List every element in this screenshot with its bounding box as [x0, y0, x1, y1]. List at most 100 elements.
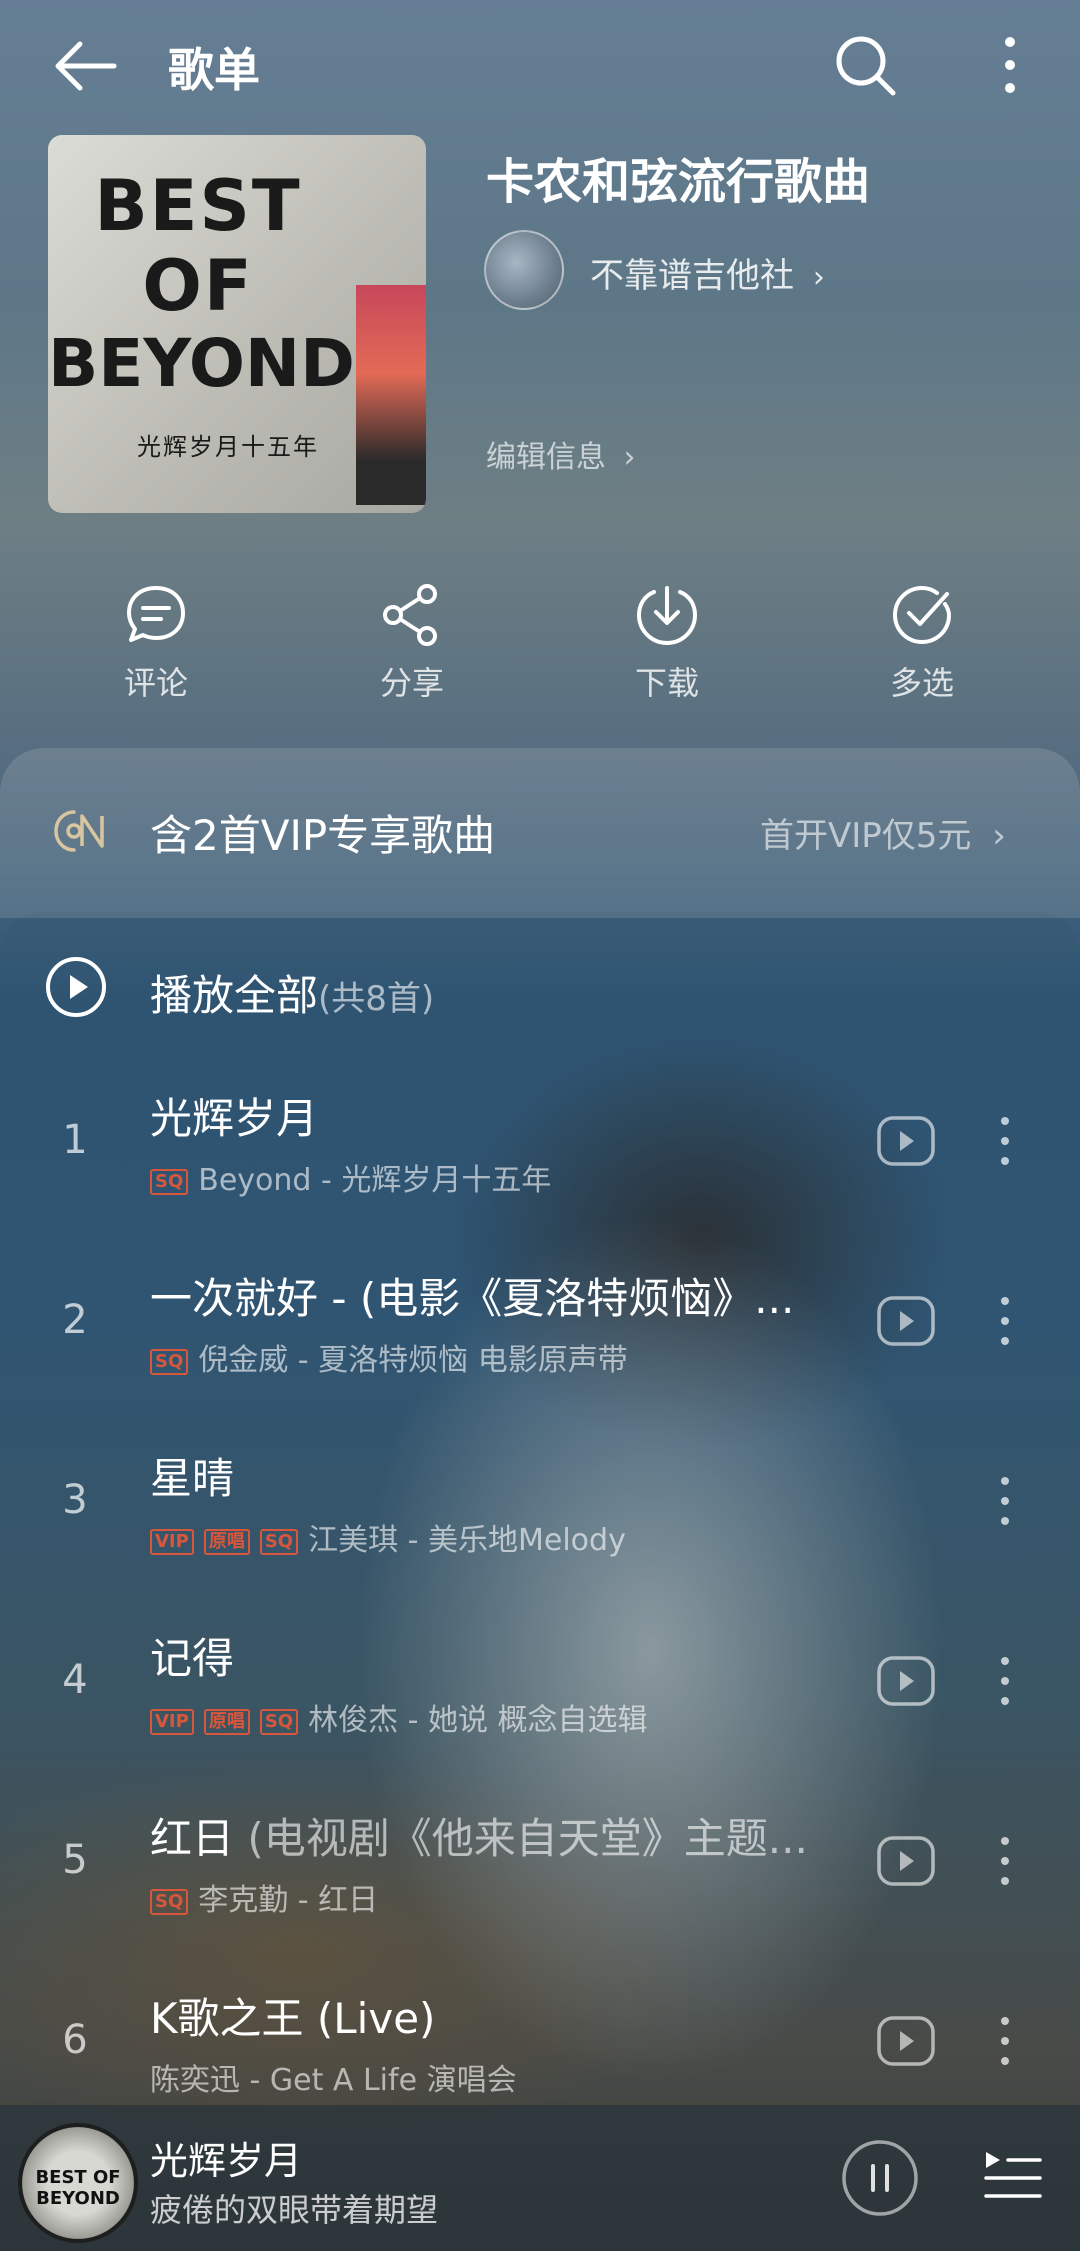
quality-badge: VIP	[150, 1709, 194, 1735]
song-title-line: 红日 (电视剧《他来自天堂》主题...	[150, 1805, 808, 1866]
vip-offer-link[interactable]: 首开VIP仅5元 ›	[760, 808, 1006, 857]
chevron-right-icon: ›	[623, 440, 636, 475]
playlist-queue-icon[interactable]	[982, 2146, 1044, 2208]
quality-badge: SQ	[259, 1709, 299, 1735]
song-more-icon[interactable]	[990, 1291, 1020, 1351]
playlist-cover[interactable]: BEST OF BEYOND 光辉岁月十五年	[48, 135, 426, 513]
comment-icon	[127, 586, 185, 642]
cover-text-line: 光辉岁月十五年	[137, 433, 319, 461]
quality-badge: SQ	[259, 1529, 299, 1555]
song-title: 一次就好 - (电影《夏洛特烦恼》...	[150, 1274, 795, 1323]
song-album: 夏洛特烦恼 电影原声带	[318, 1343, 628, 1378]
song-row[interactable]: 2 一次就好 - (电影《夏洛特烦恼》... SQ 倪金威 - 夏洛特烦恼 电影原声…	[0, 1245, 1080, 1425]
song-row[interactable]: 5 红日 (电视剧《他来自天堂》主题... SQ 李克勤 - 红日	[0, 1785, 1080, 1965]
song-subtitle: (电视剧《他来自天堂》主题...	[247, 1814, 808, 1863]
share-label: 分享	[379, 664, 444, 702]
song-row[interactable]: 1 光辉岁月 SQ Beyond - 光辉岁月十五年	[0, 1065, 1080, 1245]
cover-decoration	[356, 285, 426, 505]
song-number: 3	[62, 1477, 88, 1523]
play-all-label: 播放全部	[150, 971, 319, 1020]
quality-badge: 原唱	[203, 1529, 250, 1555]
song-artist: 陈奕迅	[150, 2063, 240, 2098]
play-all-button[interactable]: 播放全部(共8首)	[150, 962, 434, 1023]
owner-link[interactable]: 不靠谱吉他社 ›	[590, 248, 825, 297]
song-title-line: 记得	[150, 1625, 234, 1686]
page-title: 歌单	[168, 43, 260, 97]
song-more-icon[interactable]	[990, 2011, 1020, 2071]
multi-select-icon	[892, 585, 952, 645]
song-title-line: 一次就好 - (电影《夏洛特烦恼》...	[150, 1265, 794, 1326]
owner-avatar[interactable]	[484, 230, 564, 310]
download-label: 下载	[634, 664, 699, 702]
song-artist: 林俊杰	[308, 1703, 399, 1738]
multi-select-button[interactable]: 多选	[832, 580, 1012, 704]
comment-label: 评论	[123, 664, 188, 702]
song-album: 红日	[318, 1883, 379, 1918]
song-more-icon[interactable]	[990, 1111, 1020, 1171]
chevron-right-icon: ›	[812, 260, 825, 295]
download-icon	[636, 586, 698, 646]
song-row[interactable]: 4 记得 VIP 原唱 SQ 林俊杰 - 她说 概念自选辑	[0, 1605, 1080, 1785]
back-arrow-icon[interactable]	[50, 36, 120, 96]
share-button[interactable]: 分享	[322, 580, 502, 704]
now-playing-title: 光辉岁月	[150, 2139, 303, 2183]
song-title-line: K歌之王 (Live)	[150, 1985, 435, 2046]
mv-play-icon[interactable]	[876, 1835, 936, 1887]
song-album: Get A Life 演唱会	[269, 2063, 517, 2098]
song-more-icon[interactable]	[990, 1651, 1020, 1711]
pause-icon[interactable]	[840, 2138, 920, 2218]
vip-icon	[54, 810, 104, 852]
mv-play-icon[interactable]	[876, 1115, 936, 1167]
search-icon[interactable]	[830, 30, 900, 100]
quality-badge: VIP	[150, 1529, 194, 1555]
song-count: (共8首)	[318, 979, 435, 1019]
song-album: 她说 概念自选辑	[428, 1703, 648, 1738]
song-meta: VIP 原唱 SQ 林俊杰 - 她说 概念自选辑	[150, 1695, 648, 1739]
mv-play-icon[interactable]	[876, 1295, 936, 1347]
song-title: K歌之王 (Live)	[150, 1994, 436, 2043]
song-meta: SQ 倪金威 - 夏洛特烦恼 电影原声带	[150, 1335, 628, 1379]
download-button[interactable]: 下载	[577, 580, 757, 704]
song-meta: VIP 原唱 SQ 江美琪 - 美乐地Melody	[150, 1515, 626, 1559]
more-vertical-icon[interactable]	[985, 30, 1035, 100]
song-number: 6	[62, 2017, 88, 2063]
song-title-line: 星晴	[150, 1445, 234, 1506]
song-title-line: 光辉岁月	[150, 1085, 318, 1146]
play-all-icon[interactable]	[44, 955, 108, 1019]
quality-badge: 原唱	[203, 1709, 250, 1735]
quality-badge: SQ	[150, 1889, 189, 1915]
quality-badge: SQ	[150, 1169, 189, 1195]
edit-info-link[interactable]: 编辑信息 ›	[486, 432, 636, 476]
song-meta: SQ Beyond - 光辉岁月十五年	[150, 1155, 551, 1199]
playlist-name: 卡农和弦流行歌曲	[486, 154, 871, 210]
song-number: 5	[62, 1837, 88, 1883]
song-meta: 陈奕迅 - Get A Life 演唱会	[150, 2063, 517, 2098]
song-artist: 江美琪	[308, 1523, 399, 1558]
song-artist: 倪金威	[198, 1343, 289, 1378]
song-row[interactable]: 3 星晴 VIP 原唱 SQ 江美琪 - 美乐地Melody	[0, 1425, 1080, 1605]
edit-info-label: 编辑信息	[486, 440, 606, 475]
song-album: 光辉岁月十五年	[341, 1163, 552, 1198]
now-playing-cover[interactable]: BEST OF BEYOND	[18, 2123, 138, 2243]
song-more-icon[interactable]	[990, 1471, 1020, 1531]
comment-button[interactable]: 评论	[66, 580, 246, 704]
song-title: 红日	[150, 1814, 235, 1863]
mv-play-icon[interactable]	[876, 2015, 936, 2067]
owner-name: 不靠谱吉他社	[590, 256, 794, 296]
song-meta: SQ 李克勤 - 红日	[150, 1875, 378, 1919]
share-icon	[383, 584, 437, 646]
song-artist: Beyond	[198, 1163, 312, 1198]
song-more-icon[interactable]	[990, 1831, 1020, 1891]
vip-offer-label: 首开VIP仅5元	[760, 816, 972, 856]
song-number: 2	[62, 1297, 88, 1343]
cover-text-line: BEST	[94, 165, 302, 247]
cover-text-line: BEYOND	[48, 325, 355, 402]
mv-play-icon[interactable]	[876, 1655, 936, 1707]
song-album: 美乐地Melody	[428, 1523, 626, 1558]
now-playing-cover-text: BEST OF BEYOND	[35, 2167, 121, 2209]
song-number: 4	[62, 1657, 88, 1703]
song-title: 光辉岁月	[150, 1094, 319, 1143]
song-artist: 李克勤	[198, 1883, 289, 1918]
vip-text: 含2首VIP专享歌曲	[150, 811, 496, 860]
song-title: 星晴	[150, 1454, 235, 1503]
